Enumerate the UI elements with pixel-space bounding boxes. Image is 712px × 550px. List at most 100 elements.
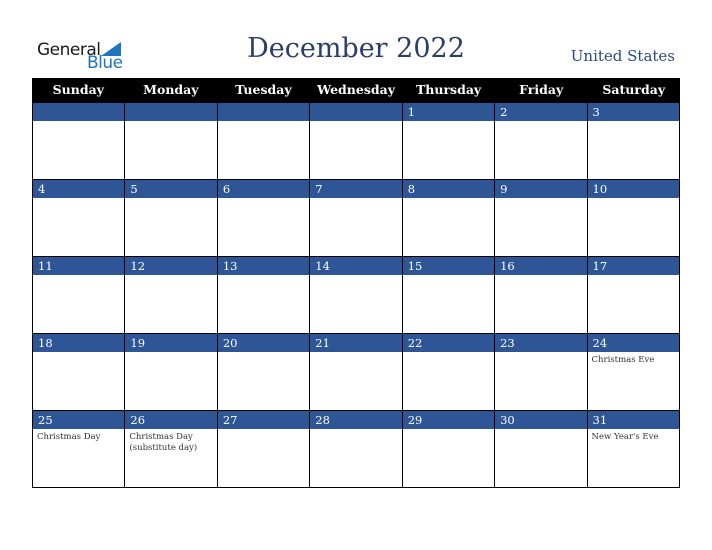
holiday-label: [588, 275, 679, 278]
holiday-label: Christmas Day: [37, 432, 101, 442]
day-number: 16: [495, 256, 587, 275]
week-row: 123: [32, 102, 680, 179]
weekday-saturday: Saturday: [602, 82, 666, 97]
day-number: 12: [125, 256, 217, 275]
holiday-label: [125, 275, 216, 278]
day-number: [217, 102, 310, 121]
day-number: 13: [217, 256, 310, 275]
day-cell[interactable]: 14: [310, 256, 403, 333]
day-number: 23: [495, 333, 587, 352]
week-row: 25 Christmas Day 26 Christmas Day (substitu…: [32, 410, 680, 488]
country-label: United States: [570, 47, 675, 65]
holiday-label: [403, 275, 494, 278]
holiday-label: [218, 198, 309, 201]
day-cell[interactable]: 31 New Year's Eve: [587, 410, 680, 487]
day-cell[interactable]: 13: [217, 256, 311, 333]
week-row: 18 19 20 21 22 23 24 Christmas Eve: [32, 333, 680, 410]
day-number: 5: [125, 179, 217, 198]
day-number: 2: [495, 102, 587, 121]
holiday-label: [495, 198, 586, 201]
holiday-label: [495, 275, 586, 278]
holiday-label: [403, 429, 494, 432]
day-cell[interactable]: 3: [587, 102, 680, 179]
day-number: 4: [33, 179, 125, 198]
holiday-label: [33, 352, 124, 355]
holiday-label: [310, 198, 401, 201]
weekday-thursday: Thursday: [415, 82, 482, 97]
holiday-label: [588, 121, 679, 124]
day-cell[interactable]: 10: [587, 179, 680, 256]
day-cell[interactable]: 4: [33, 179, 126, 256]
day-cell[interactable]: 17: [587, 256, 680, 333]
day-cell[interactable]: [125, 102, 218, 179]
day-cell[interactable]: 29: [402, 410, 496, 487]
day-cell[interactable]: 7: [310, 179, 403, 256]
holiday-label: [218, 121, 309, 124]
holiday-label: [125, 121, 216, 124]
day-number: 1: [402, 102, 495, 121]
day-cell[interactable]: 23: [495, 333, 588, 410]
day-number: 31: [587, 410, 679, 429]
holiday-label: [33, 198, 124, 201]
day-number: 21: [310, 333, 402, 352]
holiday-label: [218, 352, 309, 355]
day-cell[interactable]: 21: [310, 333, 403, 410]
day-number: [310, 102, 402, 121]
weekday-friday: Friday: [519, 82, 564, 97]
weekday-wednesday: Wednesday: [317, 82, 395, 97]
day-cell[interactable]: 24 Christmas Eve: [587, 333, 680, 410]
day-number: 29: [402, 410, 495, 429]
day-cell[interactable]: 20: [217, 333, 311, 410]
day-cell[interactable]: 18: [33, 333, 126, 410]
day-cell[interactable]: 25 Christmas Day: [33, 410, 126, 487]
day-cell[interactable]: 15: [402, 256, 496, 333]
holiday-label: [125, 352, 216, 355]
weekday-sunday: Sunday: [52, 82, 104, 97]
holiday-label: New Year's Eve: [591, 432, 659, 442]
holiday-label: Christmas Day (substitute day): [129, 432, 198, 453]
day-cell[interactable]: 26 Christmas Day (substitute day): [125, 410, 218, 487]
day-cell[interactable]: 9: [495, 179, 588, 256]
day-cell[interactable]: 27: [217, 410, 311, 487]
day-number: 24: [587, 333, 679, 352]
day-cell[interactable]: 11: [33, 256, 126, 333]
day-cell[interactable]: 8: [402, 179, 496, 256]
day-number: 7: [310, 179, 402, 198]
day-cell[interactable]: [217, 102, 311, 179]
day-number: 10: [587, 179, 679, 198]
day-number: 15: [402, 256, 495, 275]
calendar-grid: Sunday Monday Tuesday Wednesday Thursday Frid…: [32, 78, 680, 488]
day-number: 6: [217, 179, 310, 198]
day-cell[interactable]: 19: [125, 333, 218, 410]
day-cell[interactable]: 22: [402, 333, 496, 410]
day-cell[interactable]: 30: [495, 410, 588, 487]
holiday-label: [310, 352, 401, 355]
weekday-tuesday: Tuesday: [235, 82, 292, 97]
day-number: 17: [587, 256, 679, 275]
holiday-label: [495, 429, 586, 432]
week-row: 11 12 13 14 15 16 17: [32, 256, 680, 333]
day-cell[interactable]: 12: [125, 256, 218, 333]
day-cell[interactable]: 28: [310, 410, 403, 487]
holiday-label: [310, 429, 401, 432]
day-number: 18: [33, 333, 125, 352]
day-number: 28: [310, 410, 402, 429]
day-number: 20: [217, 333, 310, 352]
day-cell[interactable]: 16: [495, 256, 588, 333]
holiday-label: [125, 198, 216, 201]
day-cell[interactable]: 2: [495, 102, 588, 179]
holiday-label: [310, 121, 401, 124]
day-cell[interactable]: [33, 102, 126, 179]
weekday-header: Sunday Monday Tuesday Wednesday Thursday Frid…: [32, 78, 680, 102]
holiday-label: [495, 352, 586, 355]
day-cell[interactable]: 5: [125, 179, 218, 256]
day-cell[interactable]: 6: [217, 179, 311, 256]
day-number: 8: [402, 179, 495, 198]
week-row: 4 5 6 7 8 9 10: [32, 179, 680, 256]
day-number: [33, 102, 125, 121]
weekday-monday: Monday: [143, 82, 199, 97]
day-cell[interactable]: [310, 102, 403, 179]
holiday-label: [588, 198, 679, 201]
day-cell[interactable]: 1: [402, 102, 496, 179]
holiday-label: [33, 121, 124, 124]
